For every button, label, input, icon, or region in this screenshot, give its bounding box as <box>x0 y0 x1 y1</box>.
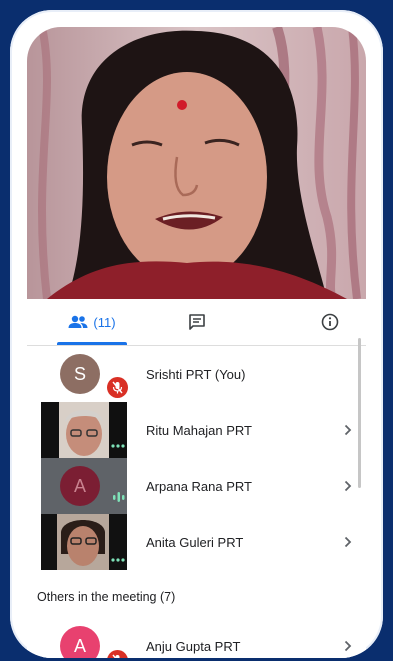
participant-name: Srishti PRT (You) <box>146 366 246 382</box>
participant-row[interactable]: Anita Guleri PRT <box>27 514 366 570</box>
main-video-feed[interactable] <box>27 27 366 299</box>
people-icon <box>68 315 88 328</box>
mic-off-icon <box>107 650 128 658</box>
avatar: A <box>60 466 100 506</box>
participant-row-self[interactable]: S Srishti PRT (You) <box>27 346 366 402</box>
participant-video-thumbnail <box>41 514 127 570</box>
participant-name: Anita Guleri PRT <box>146 534 244 550</box>
participant-row[interactable]: A Arpana Rana PRT <box>27 458 366 514</box>
phone-frame: (11) S Srishti PRT (You) Ritu Mahajan PR… <box>10 10 383 658</box>
tab-info[interactable] <box>302 299 358 345</box>
participant-name: Ritu Mahajan PRT <box>146 422 252 438</box>
participant-video-thumbnail <box>41 402 127 458</box>
chevron-right-icon[interactable] <box>344 618 352 658</box>
participant-list[interactable]: S Srishti PRT (You) Ritu Mahajan PRT A A… <box>27 346 366 658</box>
participant-name: Anju Gupta PRT <box>146 638 241 654</box>
participant-name: Arpana Rana PRT <box>146 478 252 494</box>
speaking-indicator-icon <box>112 490 126 508</box>
mic-off-icon <box>107 377 128 398</box>
avatar: A <box>60 626 100 658</box>
panel-tabs: (11) <box>27 299 366 346</box>
avatar: S <box>60 354 100 394</box>
info-icon <box>321 313 339 331</box>
participant-row[interactable]: Ritu Mahajan PRT <box>27 402 366 458</box>
list-scrollbar[interactable] <box>358 338 361 488</box>
tab-people[interactable]: (11) <box>57 299 127 345</box>
tab-chat[interactable] <box>167 299 227 345</box>
active-tab-indicator <box>57 342 127 345</box>
others-section-title: Others in the meeting (7) <box>37 590 176 604</box>
speaker-video-image <box>27 27 366 299</box>
chevron-right-icon[interactable] <box>344 458 352 514</box>
participant-row[interactable]: A Anju Gupta PRT <box>27 614 366 658</box>
chevron-right-icon[interactable] <box>344 402 352 458</box>
others-section-header: Others in the meeting (7) <box>27 570 366 614</box>
chevron-right-icon[interactable] <box>344 514 352 570</box>
people-count: (11) <box>93 314 116 330</box>
chat-icon <box>189 314 205 330</box>
